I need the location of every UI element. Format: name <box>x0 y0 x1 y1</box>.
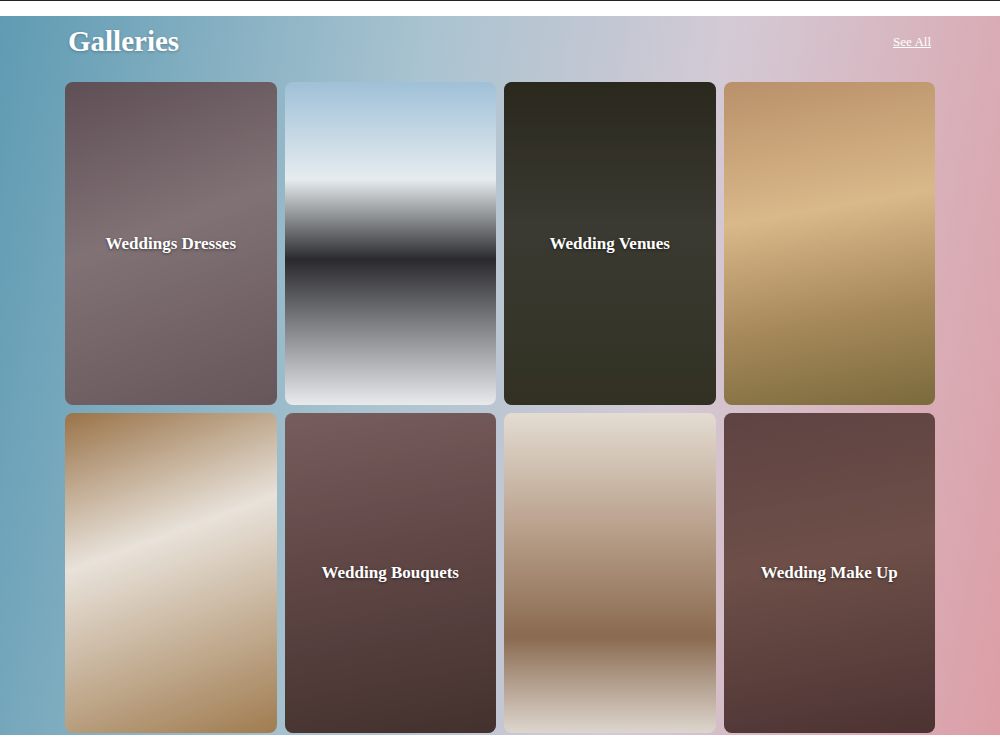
bottom-strip <box>0 735 1000 750</box>
section-title: Galleries <box>68 20 179 64</box>
gallery-card[interactable]: Wedding Venues <box>504 82 716 405</box>
gallery-label: Wedding Make Up <box>761 560 898 586</box>
gallery-card[interactable]: Weddings Dresses <box>65 82 277 405</box>
gallery-card[interactable]: Wedding Make Up <box>724 413 936 733</box>
section-header: Galleries See All <box>65 16 935 68</box>
gallery-card[interactable] <box>285 82 497 405</box>
gallery-grid: Weddings Dresses Wedding Venues Wedding Bo… <box>65 82 935 733</box>
galleries-section: Galleries See All Weddings Dresses Wedding … <box>0 16 1000 735</box>
gallery-card[interactable] <box>504 413 716 733</box>
page: Galleries See All Weddings Dresses Wedding … <box>0 0 1000 750</box>
gallery-label: Weddings Dresses <box>105 231 236 257</box>
top-strip <box>0 0 1000 16</box>
gallery-card[interactable] <box>65 413 277 733</box>
gallery-label: Wedding Venues <box>550 231 670 257</box>
gallery-label: Wedding Bouquets <box>322 560 459 586</box>
gallery-card[interactable]: Wedding Bouquets <box>285 413 497 733</box>
gallery-card[interactable] <box>724 82 936 405</box>
see-all-link[interactable]: See All <box>893 32 931 52</box>
